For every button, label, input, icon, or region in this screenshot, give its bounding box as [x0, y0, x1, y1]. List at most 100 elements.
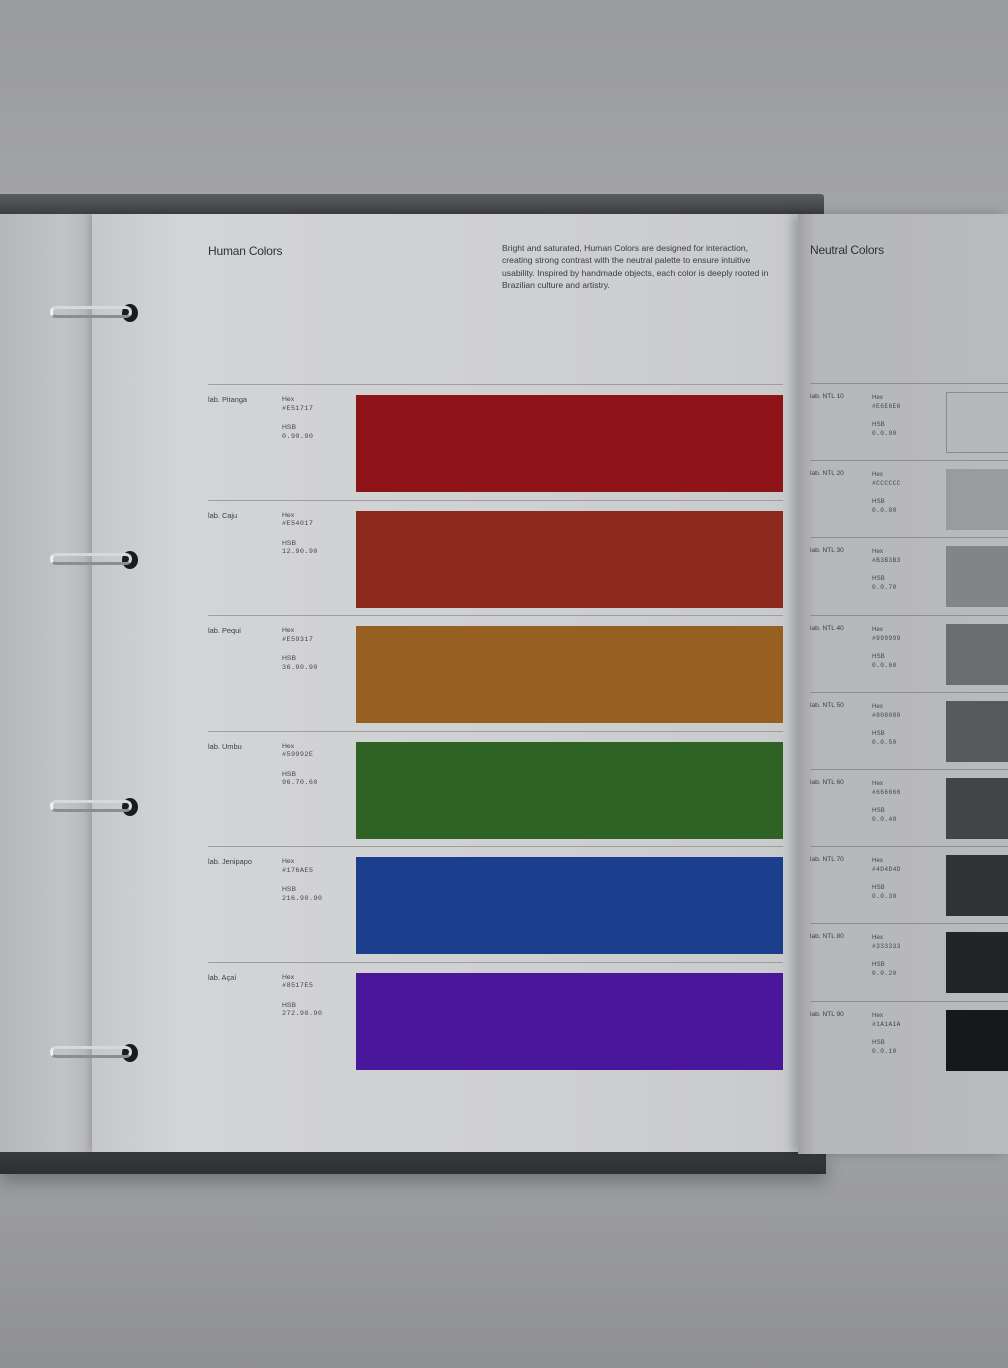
hex-value: #E59317: [282, 635, 314, 644]
color-swatch: [946, 623, 1008, 685]
color-swatch: [356, 626, 783, 723]
binder-ring: [48, 303, 138, 323]
hex-label: Hex: [282, 742, 295, 750]
hex-label: Hex: [872, 934, 884, 942]
left-page: [0, 214, 92, 1152]
hex-label: Hex: [282, 627, 295, 634]
color-swatch: [356, 741, 783, 839]
hex-label: Hex: [282, 973, 295, 981]
hsb-label: HSB: [282, 770, 296, 778]
color-values: Hex #59992E HSB 96.70.60: [282, 742, 318, 789]
hsb-value: 216.90.90: [282, 894, 323, 903]
hsb-label: HSB: [872, 884, 885, 892]
hex-value: #59992E: [282, 751, 314, 760]
binder-cover-top: [0, 194, 824, 214]
color-swatch: [946, 700, 1008, 762]
hex-value: #B3B3B3: [872, 557, 901, 565]
color-swatch: [946, 932, 1008, 994]
color-swatch: [356, 395, 783, 492]
human-colors-page: Human Colors Bright and saturated, Human…: [92, 214, 800, 1152]
color-row: lab. NTL 40 Hex #999999 HSB 0.0.60: [810, 614, 1008, 693]
color-values: Hex #E59317 HSB 36.90.90: [282, 626, 318, 673]
hex-value: #4D4D4D: [872, 866, 901, 874]
hsb-value: 96.70.60: [282, 779, 318, 788]
hsb-value: 0.0.70: [872, 584, 897, 592]
color-swatch: [946, 855, 1008, 917]
hex-value: #E54017: [282, 520, 314, 529]
hsb-value: 0.0.90: [872, 430, 897, 437]
color-row: lab. Umbu Hex #59992E HSB 96.70.60: [208, 730, 783, 848]
hsb-value: 0.0.30: [872, 893, 897, 901]
color-values: Hex #666666 HSB 0.0.40: [872, 779, 901, 824]
color-name: lab. NTL 80: [810, 933, 844, 941]
color-row: lab. NTL 80 Hex #333333 HSB 0.0.20: [810, 923, 1008, 1001]
binder-ring: [48, 1043, 138, 1063]
hsb-label: HSB: [282, 655, 296, 663]
color-name: lab. Caju: [208, 510, 238, 520]
hsb-value: 272.90.90: [282, 1010, 323, 1019]
color-name: lab. Açaí: [208, 972, 237, 982]
color-row: lab. Pequi Hex #E59317 HSB 36.90.90: [208, 615, 783, 732]
hex-label: Hex: [872, 471, 884, 479]
hsb-value: 36.90.90: [282, 663, 318, 672]
color-values: Hex #E54017 HSB 12.90.90: [282, 511, 318, 558]
color-row: lab. NTL 30 Hex #B3B3B3 HSB 0.0.70: [810, 537, 1008, 615]
color-row: lab. NTL 20 Hex #CCCCCC HSB 0.0.80: [810, 460, 1008, 538]
hsb-value: 0.0.50: [872, 738, 897, 746]
page-title: Human Colors: [208, 244, 283, 258]
binder-ring: [48, 797, 138, 817]
hsb-value: 0.0.60: [872, 661, 897, 669]
hsb-label: HSB: [872, 961, 885, 969]
hex-label: Hex: [872, 394, 884, 401]
color-values: Hex #333333 HSB 0.0.20: [872, 933, 901, 978]
hex-value: #176AE5: [282, 866, 314, 875]
color-row: lab. Pitanga Hex #E51717 HSB 0.90.90: [208, 384, 783, 501]
hsb-value: 12.90.90: [282, 548, 318, 557]
color-row: lab. NTL 50 Hex #808080 HSB 0.0.50: [810, 691, 1008, 770]
hsb-value: 0.0.20: [872, 970, 897, 978]
color-swatch: [946, 1009, 1008, 1071]
hsb-label: HSB: [872, 729, 885, 737]
hsb-label: HSB: [872, 421, 885, 428]
binder-cover-bottom: [0, 1150, 826, 1174]
color-values: Hex #1A1A1A HSB 0.0.10: [872, 1011, 901, 1056]
hex-label: Hex: [872, 548, 884, 556]
color-swatch: [946, 392, 1008, 453]
hsb-label: HSB: [872, 498, 885, 506]
hex-value: #808080: [872, 711, 901, 719]
color-row: lab. Jenipapo Hex #176AE5 HSB 216.90.90: [208, 846, 783, 963]
neutral-colors-page: Neutral Colors lab. NTL 10 Hex #E6E6E6 HSB 0…: [798, 214, 1008, 1154]
color-row: lab. NTL 60 Hex #666666 HSB 0.0.40: [810, 769, 1008, 847]
color-name: lab. NTL 50: [810, 701, 844, 709]
color-swatch: [946, 778, 1008, 839]
hex-label: Hex: [872, 1011, 884, 1019]
color-row: lab. Caju Hex #E54017 HSB 12.90.90: [208, 499, 783, 617]
color-values: Hex #999999 HSB 0.0.60: [872, 625, 901, 670]
color-values: Hex #CCCCCC HSB 0.0.80: [872, 470, 901, 515]
color-row: lab. NTL 10 Hex #E6E6E6 HSB 0.0.90: [810, 383, 1008, 461]
color-row: lab. NTL 90 Hex #1A1A1A HSB 0.0.10: [810, 1000, 1008, 1079]
color-values: Hex #808080 HSB 0.0.50: [872, 702, 901, 747]
hex-value: #8517E5: [282, 982, 314, 991]
color-values: Hex #B3B3B3 HSB 0.0.70: [872, 547, 901, 592]
color-swatch: [356, 510, 783, 608]
hex-value: #E6E6E6: [872, 403, 901, 410]
color-name: lab. Pitanga: [208, 395, 248, 404]
color-name: lab. NTL 90: [810, 1010, 844, 1018]
hsb-label: HSB: [282, 539, 296, 547]
color-values: Hex #E6E6E6 HSB 0.0.90: [872, 393, 901, 438]
hsb-label: HSB: [872, 807, 885, 814]
hsb-label: HSB: [282, 424, 296, 432]
hex-label: Hex: [282, 858, 295, 865]
binder-ring: [48, 550, 138, 570]
neutral-page-title: Neutral Colors: [810, 243, 884, 257]
hex-label: Hex: [872, 702, 884, 710]
color-values: Hex #E51717 HSB 0.90.90: [282, 395, 313, 442]
color-name: lab. NTL 70: [810, 856, 844, 864]
hsb-label: HSB: [282, 886, 296, 894]
color-row: lab. Açaí Hex #8517E5 HSB 272.90.90: [208, 961, 783, 1079]
hsb-label: HSB: [872, 652, 885, 660]
hex-value: #E51717: [282, 404, 314, 413]
hsb-value: 0.0.40: [872, 816, 897, 823]
color-swatch: [356, 972, 783, 1070]
